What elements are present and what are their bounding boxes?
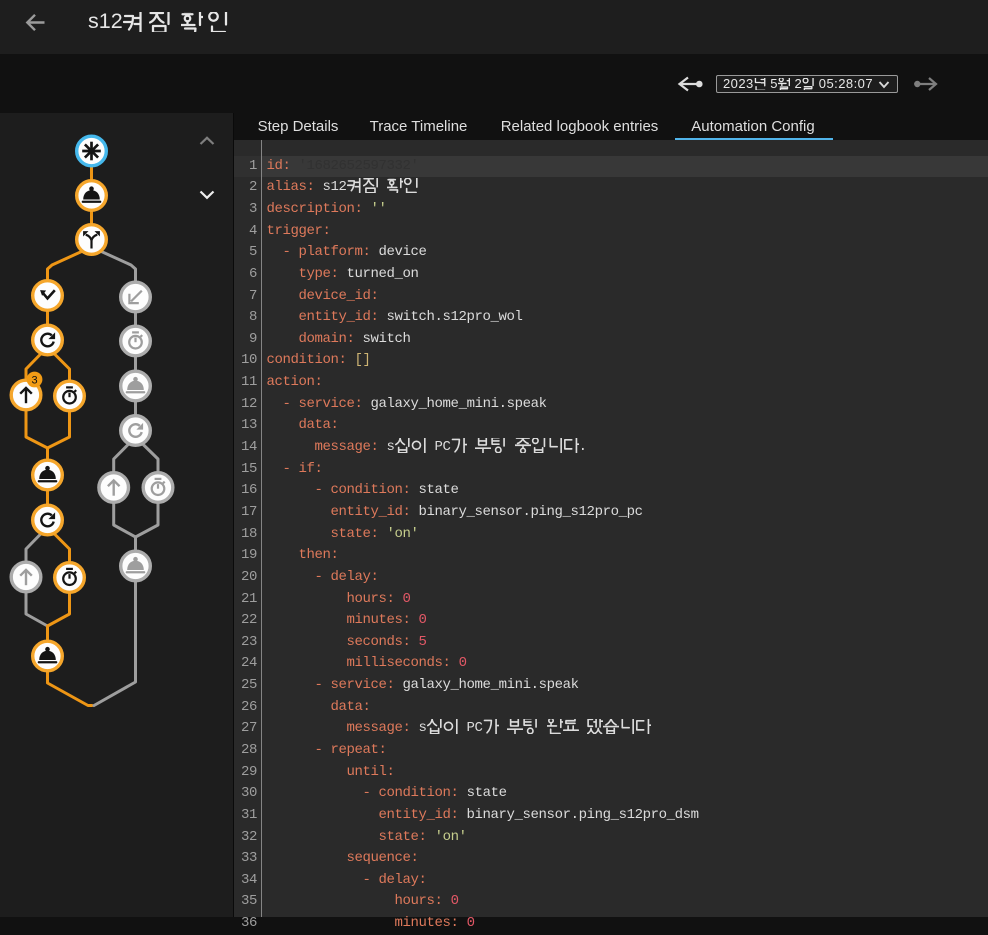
svg-text:3: 3: [31, 375, 37, 387]
